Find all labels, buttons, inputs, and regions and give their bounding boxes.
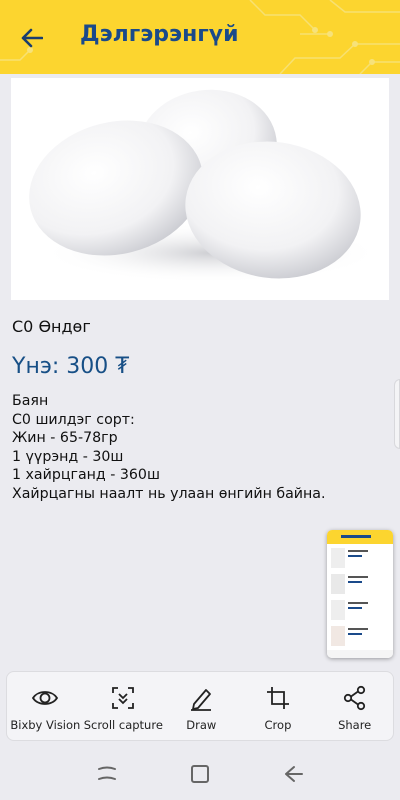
- scroll-capture-icon: [112, 687, 135, 709]
- crop-icon: [266, 687, 289, 709]
- system-nav-bar: [0, 748, 400, 800]
- description-line: Жин - 65-78гр: [12, 430, 118, 446]
- eye-icon: [32, 691, 59, 705]
- description-line: 1 үүрэнд - 30ш: [12, 448, 124, 465]
- screenshot-thumbnail[interactable]: [327, 530, 393, 658]
- draw-button[interactable]: Draw: [163, 672, 240, 740]
- recents-button[interactable]: [87, 754, 127, 794]
- draw-label: Draw: [186, 718, 217, 732]
- scroll-capture-label: Scroll capture: [83, 718, 163, 732]
- bixby-vision-label: Bixby Vision: [10, 718, 81, 732]
- description-line: 1 хайрцганд - 360ш: [12, 467, 160, 483]
- back-arrow-button[interactable]: [16, 22, 48, 54]
- home-button[interactable]: [180, 754, 220, 794]
- arrow-left-icon: [21, 28, 43, 48]
- edge-panel-handle[interactable]: [394, 379, 400, 449]
- back-button[interactable]: [273, 754, 313, 794]
- app-bar: Дэлгэрэнгүй: [0, 0, 400, 74]
- product-price: Үнэ: 300 ₮: [12, 354, 130, 379]
- share-label: Share: [338, 718, 372, 732]
- crop-button[interactable]: Crop: [240, 672, 317, 740]
- back-icon: [285, 766, 304, 782]
- pen-icon: [191, 689, 212, 711]
- recents-icon: [97, 766, 116, 780]
- product-description: Баян С0 шилдэг сорт: Жин - 65-78гр 1 үүр…: [12, 392, 326, 503]
- product-name: С0 Өндөг: [12, 317, 91, 336]
- description-line: С0 шилдэг сорт:: [12, 411, 135, 428]
- scroll-capture-button[interactable]: Scroll capture: [84, 672, 163, 740]
- page-title: Дэлгэрэнгүй: [80, 22, 239, 47]
- share-icon: [343, 685, 365, 711]
- bixby-vision-button[interactable]: Bixby Vision: [7, 672, 84, 740]
- crop-label: Crop: [264, 718, 292, 732]
- description-line: Баян: [12, 393, 49, 409]
- share-button[interactable]: Share: [316, 672, 393, 740]
- screenshot-toolbar: Bixby Vision Scroll capture Draw Crop Sh…: [6, 671, 394, 741]
- description-line: Хайрцагны наалт нь улаан өнгийн байна.: [12, 485, 326, 502]
- product-image: [11, 78, 389, 300]
- home-icon: [190, 765, 209, 783]
